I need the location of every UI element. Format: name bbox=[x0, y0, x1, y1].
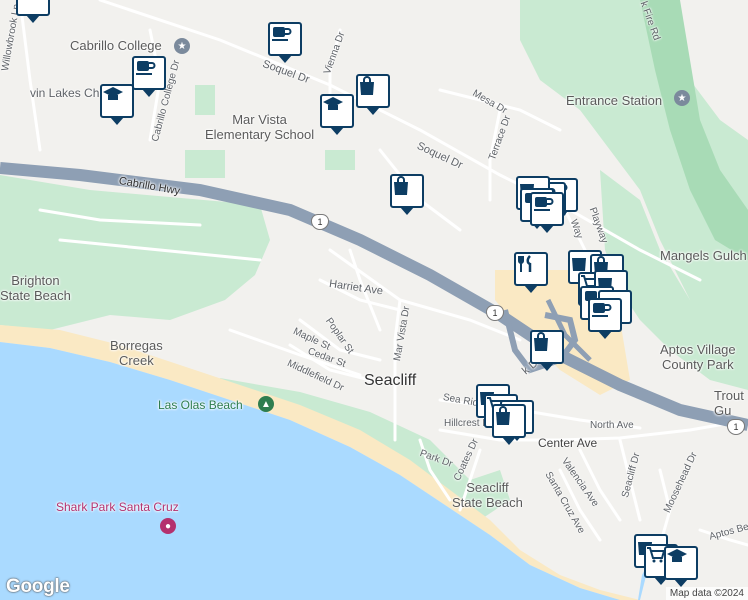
label-trout-gulch: Trout Gu bbox=[714, 388, 744, 418]
shopping-bag-icon bbox=[394, 176, 408, 195]
education-pin[interactable] bbox=[664, 546, 698, 587]
label-borregas-creek: Borregas Creek bbox=[110, 338, 163, 368]
label-center-ave: Center Ave bbox=[538, 436, 598, 450]
coffee-icon bbox=[534, 197, 554, 211]
coffee-icon bbox=[272, 27, 292, 41]
education-pin[interactable] bbox=[320, 94, 354, 135]
map-attribution[interactable]: Map data ©2024 bbox=[665, 587, 748, 600]
label-north-ave: North Ave bbox=[590, 420, 634, 431]
coffee-icon bbox=[592, 303, 612, 317]
beach-park-icon: ▲ bbox=[258, 396, 274, 412]
shopping-bag-icon bbox=[534, 332, 548, 351]
education-icon bbox=[667, 549, 687, 562]
map-canvas[interactable]: ★ ★ ▲ ● Cabrillo College vin Lakes Churc… bbox=[0, 0, 748, 600]
shopping-pin[interactable] bbox=[530, 330, 564, 371]
label-entrance-station: Entrance Station bbox=[566, 93, 663, 108]
label-aptos-village-county-park: Aptos Village County Park bbox=[660, 342, 736, 372]
cafe-pin[interactable] bbox=[530, 192, 564, 233]
education-icon bbox=[103, 87, 123, 100]
education-icon bbox=[323, 97, 343, 110]
shopping-bag-icon bbox=[360, 76, 374, 95]
education-pin[interactable] bbox=[16, 0, 50, 23]
google-logo: Google bbox=[6, 576, 70, 597]
camera-icon: ● bbox=[160, 518, 176, 534]
restaurant-pin[interactable] bbox=[514, 252, 548, 293]
shopping-bag-icon bbox=[572, 258, 586, 271]
cafe-pin[interactable] bbox=[268, 22, 302, 63]
label-shark-park: Shark Park Santa Cruz bbox=[56, 500, 179, 514]
cafe-pin[interactable] bbox=[588, 298, 622, 339]
label-mangels-gulch: Mangels Gulch bbox=[660, 248, 747, 263]
label-seacliff: Seacliff bbox=[364, 372, 417, 389]
school-icon: ★ bbox=[174, 38, 190, 54]
label-cabrillo-college: Cabrillo College bbox=[70, 38, 162, 53]
field-3 bbox=[185, 150, 225, 178]
field-2 bbox=[325, 150, 355, 170]
label-seacliff-state-beach: Seacliff State Beach bbox=[452, 480, 523, 510]
label-las-olas-beach: Las Olas Beach bbox=[158, 398, 243, 412]
label-brighton-state-beach: Brighton State Beach bbox=[0, 273, 71, 303]
cart-icon bbox=[647, 547, 666, 563]
shopping-pin[interactable] bbox=[390, 174, 424, 215]
label-hillcrest: Hillcrest D bbox=[444, 418, 490, 429]
education-pin[interactable] bbox=[100, 84, 134, 125]
shopping-pin[interactable] bbox=[356, 74, 390, 115]
fork-knife-icon bbox=[518, 255, 532, 272]
cafe-pin[interactable] bbox=[132, 56, 166, 97]
shopping-bag-icon bbox=[496, 406, 510, 425]
shopping-pin[interactable] bbox=[492, 404, 526, 445]
field-1 bbox=[195, 85, 215, 115]
label-mar-vista-elementary: Mar Vista Elementary School bbox=[205, 112, 315, 142]
coffee-icon bbox=[136, 61, 156, 75]
entrance-station-icon: ★ bbox=[674, 90, 690, 106]
